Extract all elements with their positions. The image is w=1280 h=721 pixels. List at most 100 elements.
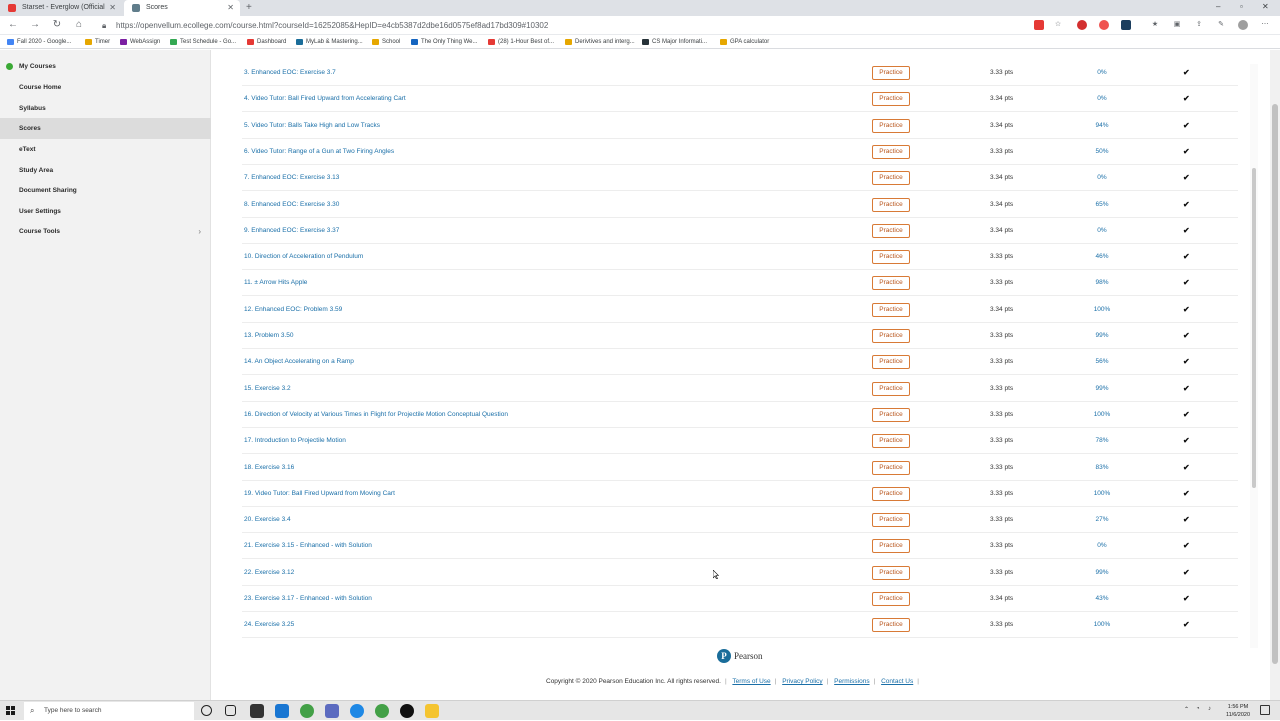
assignment-title-link[interactable]: 6. Video Tutor: Range of a Gun at Two Fi…	[244, 139, 394, 165]
score-value[interactable]: 83%	[1077, 455, 1127, 481]
bookmark[interactable]: The Only Thing We...	[411, 35, 477, 49]
score-value[interactable]: 56%	[1077, 349, 1127, 375]
assignment-title-link[interactable]: 5. Video Tutor: Balls Take High and Low …	[244, 113, 380, 139]
forward-icon[interactable]: →	[28, 18, 42, 32]
close-window-icon[interactable]: ✕	[1262, 0, 1269, 14]
minimize-icon[interactable]: –	[1216, 0, 1220, 14]
score-value[interactable]: 50%	[1077, 139, 1127, 165]
contact-us-link[interactable]: Contact Us	[881, 678, 913, 685]
score-value[interactable]: 0%	[1077, 218, 1127, 244]
home-icon[interactable]: ⌂	[72, 18, 86, 32]
discord-icon[interactable]	[325, 704, 339, 718]
practice-button[interactable]: Practice	[872, 250, 910, 265]
score-value[interactable]: 43%	[1077, 586, 1127, 612]
assignment-title-link[interactable]: 19. Video Tutor: Ball Fired Upward from …	[244, 481, 395, 507]
mail-icon[interactable]	[275, 704, 289, 718]
score-value[interactable]: 94%	[1077, 113, 1127, 139]
assignment-title-link[interactable]: 9. Enhanced EOC: Exercise 3.37	[244, 218, 339, 244]
profile-icon[interactable]	[1238, 20, 1248, 30]
score-value[interactable]: 0%	[1077, 165, 1127, 191]
assignment-title-link[interactable]: 8. Enhanced EOC: Exercise 3.30	[244, 192, 339, 218]
privacy-policy-link[interactable]: Privacy Policy	[782, 678, 822, 685]
practice-button[interactable]: Practice	[872, 118, 910, 133]
practice-button[interactable]: Practice	[872, 407, 910, 422]
sidebar-item-user-settings[interactable]: User Settings	[0, 201, 211, 222]
sidebar-item-course-tools[interactable]: Course Tools ›	[0, 221, 211, 242]
close-tab-icon[interactable]: ✕	[227, 0, 234, 16]
score-value[interactable]: 0%	[1077, 60, 1127, 86]
maximize-icon[interactable]: ▫	[1240, 0, 1243, 14]
sidebar-item-syllabus[interactable]: Syllabus	[0, 98, 211, 119]
sidebar-item-document-sharing[interactable]: Document Sharing	[0, 180, 211, 201]
practice-button[interactable]: Practice	[872, 302, 910, 317]
file-explorer-icon[interactable]	[425, 704, 439, 718]
bookmark[interactable]: Fall 2020 - Google...	[7, 35, 71, 49]
taskbar-clock[interactable]: 1:56 PM 11/6/2020	[1220, 703, 1256, 719]
browser-tab-active[interactable]: Scores ✕	[124, 0, 240, 16]
score-value[interactable]: 78%	[1077, 428, 1127, 454]
score-value[interactable]: 99%	[1077, 376, 1127, 402]
practice-button[interactable]: Practice	[872, 171, 910, 186]
practice-button[interactable]: Practice	[872, 513, 910, 528]
score-value[interactable]: 100%	[1077, 612, 1127, 638]
assignment-title-link[interactable]: 4. Video Tutor: Ball Fired Upward from A…	[244, 86, 406, 112]
scrollbar-thumb[interactable]	[1272, 104, 1278, 664]
score-value[interactable]: 27%	[1077, 507, 1127, 533]
practice-button[interactable]: Practice	[872, 592, 910, 606]
practice-button[interactable]: Practice	[872, 565, 910, 580]
terms-of-use-link[interactable]: Terms of Use	[732, 678, 770, 685]
favorites-icon[interactable]: ★	[1150, 20, 1160, 30]
score-value[interactable]: 98%	[1077, 270, 1127, 296]
page-scrollbar[interactable]	[1270, 50, 1280, 700]
score-value[interactable]: 100%	[1077, 481, 1127, 507]
bookmark[interactable]: Test Schedule - Go...	[170, 35, 236, 49]
practice-button[interactable]: Practice	[872, 329, 910, 343]
task-view-icon[interactable]	[225, 705, 236, 716]
chrome-icon[interactable]	[300, 704, 314, 718]
practice-button[interactable]: Practice	[872, 355, 910, 370]
table-scrollbar[interactable]	[1250, 64, 1258, 648]
scrollbar-thumb[interactable]	[1252, 168, 1256, 488]
volume-icon[interactable]: ♪	[1208, 706, 1211, 712]
extension-icon[interactable]	[1121, 20, 1131, 30]
bookmark[interactable]: Timer	[85, 35, 110, 49]
address-bar[interactable]: 🔒︎ https://openvellum.ecollege.com/cours…	[98, 18, 1028, 33]
assignment-title-link[interactable]: 15. Exercise 3.2	[244, 376, 291, 402]
assignment-title-link[interactable]: 23. Exercise 3.17 - Enhanced - with Solu…	[244, 586, 372, 612]
browser-tab[interactable]: Starset - Everglow (Official ✕	[0, 0, 122, 16]
feedback-icon[interactable]: ✎	[1216, 20, 1226, 30]
practice-button[interactable]: Practice	[872, 618, 910, 633]
share-icon[interactable]: ⇪	[1194, 20, 1204, 30]
network-icon[interactable]: ◔	[1196, 706, 1200, 712]
score-value[interactable]: 46%	[1077, 244, 1127, 270]
reload-icon[interactable]: ↻	[50, 18, 64, 32]
windows-start-icon[interactable]	[6, 706, 16, 716]
permissions-link[interactable]: Permissions	[834, 678, 869, 685]
practice-button[interactable]: Practice	[872, 381, 910, 396]
bookmark[interactable]: Derivtives and interg...	[565, 35, 635, 49]
sidebar-item-course-home[interactable]: Course Home	[0, 77, 211, 98]
sidebar-item-scores[interactable]: Scores	[0, 118, 211, 139]
bookmark[interactable]: MyLab & Mastering...	[296, 35, 363, 49]
score-value[interactable]: 0%	[1077, 533, 1127, 559]
steam-icon[interactable]	[400, 704, 414, 718]
bookmark[interactable]: School	[372, 35, 400, 49]
edge-icon[interactable]	[350, 704, 364, 718]
calculator-icon[interactable]	[250, 704, 264, 718]
practice-button[interactable]: Practice	[872, 197, 910, 212]
assignment-title-link[interactable]: 11. ± Arrow Hits Apple	[244, 270, 307, 296]
score-value[interactable]: 100%	[1077, 297, 1127, 323]
score-value[interactable]: 0%	[1077, 86, 1127, 112]
assignment-title-link[interactable]: 16. Direction of Velocity at Various Tim…	[244, 402, 508, 428]
back-icon[interactable]: ←	[6, 18, 20, 32]
score-value[interactable]: 99%	[1077, 323, 1127, 349]
score-value[interactable]: 99%	[1077, 560, 1127, 586]
assignment-title-link[interactable]: 22. Exercise 3.12	[244, 560, 294, 586]
practice-button[interactable]: Practice	[872, 276, 910, 291]
practice-button[interactable]: Practice	[872, 92, 910, 107]
extension-icon[interactable]	[1077, 20, 1087, 30]
sidebar-item-etext[interactable]: eText	[0, 139, 211, 160]
assignment-title-link[interactable]: 21. Exercise 3.15 - Enhanced - with Solu…	[244, 533, 372, 559]
practice-button[interactable]: Practice	[872, 144, 910, 159]
assignment-title-link[interactable]: 12. Enhanced EOC: Problem 3.59	[244, 297, 342, 323]
